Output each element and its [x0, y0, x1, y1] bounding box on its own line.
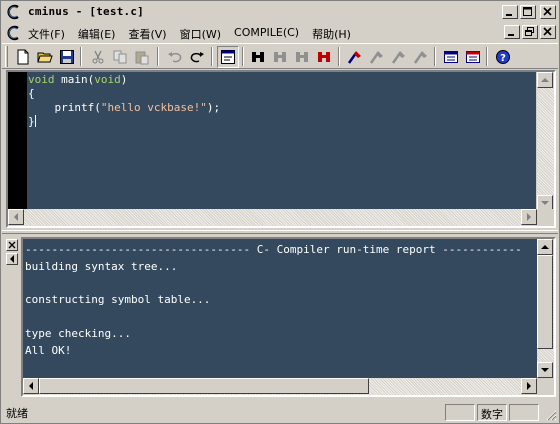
status-bar: 就绪 数字 — [2, 401, 558, 422]
scroll-right-button[interactable] — [521, 378, 537, 394]
menu-window[interactable]: 窗口(W) — [180, 25, 221, 43]
app-logo-icon — [7, 4, 19, 20]
scroll-thumb[interactable] — [39, 378, 369, 394]
code-line: printf("hello vckbase!"); — [54, 101, 221, 114]
open-folder-icon[interactable] — [34, 46, 56, 68]
output-line: building syntax tree... — [25, 259, 178, 273]
toolbar: ? — [2, 43, 558, 69]
build-all-icon[interactable] — [388, 46, 410, 68]
resize-grip-icon[interactable] — [545, 409, 557, 421]
svg-text:?: ? — [500, 53, 506, 64]
scroll-corner — [537, 209, 554, 226]
doc-minimize-button[interactable] — [504, 25, 520, 39]
output-vscrollbar[interactable] — [537, 239, 554, 378]
title-bar[interactable]: cminus - [test.c] — [2, 2, 558, 22]
doc-close-button[interactable] — [540, 25, 556, 39]
run-icon[interactable] — [440, 46, 462, 68]
menu-bar: 文件(F) 编辑(E) 查看(V) 窗口(W) COMPILE(C) 帮助(H) — [2, 23, 558, 42]
scroll-left-button[interactable] — [8, 209, 24, 225]
code-line: void main(void) — [28, 73, 128, 86]
compile-icon[interactable] — [344, 46, 366, 68]
undo-icon[interactable] — [164, 46, 186, 68]
scroll-track[interactable] — [24, 209, 521, 226]
dock-close-button[interactable] — [6, 239, 18, 251]
window-title: cminus - [test.c] — [28, 5, 144, 18]
output-line: constructing symbol table... — [25, 293, 211, 307]
copy-icon[interactable] — [109, 46, 131, 68]
maximize-button[interactable] — [520, 5, 536, 19]
properties-icon[interactable] — [217, 46, 239, 68]
output-dock-handle — [4, 237, 20, 397]
editor-hscrollbar[interactable] — [8, 209, 537, 226]
output-line: ---------------------------------- C- Co… — [25, 243, 522, 256]
build-icon[interactable] — [366, 46, 388, 68]
close-button[interactable] — [540, 5, 556, 19]
output-hscrollbar[interactable] — [23, 378, 537, 395]
new-file-icon[interactable] — [12, 46, 34, 68]
scroll-corner — [537, 378, 554, 395]
pane-splitter[interactable] — [2, 230, 558, 234]
menu-view[interactable]: 查看(V) — [128, 25, 166, 43]
toolbar-grip[interactable] — [5, 46, 8, 67]
output-line: type checking... — [25, 326, 131, 340]
editor-vscrollbar[interactable] — [537, 72, 554, 211]
help-icon[interactable]: ? — [492, 46, 514, 68]
scroll-left-button[interactable] — [23, 378, 39, 394]
menu-help[interactable]: 帮助(H) — [312, 25, 351, 43]
doc-restore-button[interactable] — [522, 25, 538, 39]
code-editor[interactable]: void main(void){ printf("hello vckbase!"… — [6, 70, 556, 228]
dock-collapse-button[interactable] — [6, 253, 18, 265]
scroll-up-button[interactable] — [537, 72, 553, 88]
menu-edit[interactable]: 编辑(E) — [78, 25, 116, 43]
scroll-down-button[interactable] — [537, 362, 553, 378]
status-panel-scroll — [509, 404, 539, 421]
status-text: 就绪 — [6, 407, 28, 420]
cut-icon[interactable] — [87, 46, 109, 68]
scroll-thumb[interactable] — [537, 255, 553, 349]
code-line: } — [28, 115, 36, 128]
status-panel-caps — [445, 404, 475, 421]
scroll-up-button[interactable] — [537, 239, 553, 255]
redo-icon[interactable] — [186, 46, 208, 68]
menu-file[interactable]: 文件(F) — [28, 25, 65, 43]
output-panel[interactable]: ---------------------------------- C- Co… — [21, 237, 556, 397]
text-cursor — [34, 115, 36, 127]
status-panel-num: 数字 — [477, 404, 507, 421]
stop-build-icon[interactable] — [410, 46, 432, 68]
app-window: cminus - [test.c] 文件(F) 编辑(E) 查看(V) 窗口(W… — [0, 0, 560, 424]
minimize-button[interactable] — [502, 5, 518, 19]
document-icon[interactable] — [6, 25, 22, 41]
save-icon[interactable] — [56, 46, 78, 68]
editor-gutter — [8, 72, 27, 211]
find-prev-icon[interactable] — [291, 46, 313, 68]
output-line: All OK! — [25, 343, 72, 357]
debug-icon[interactable] — [462, 46, 484, 68]
replace-icon[interactable] — [313, 46, 335, 68]
code-line: { — [28, 87, 35, 100]
code-text[interactable]: void main(void){ printf("hello vckbase!"… — [28, 73, 220, 129]
find-next-icon[interactable] — [269, 46, 291, 68]
find-binoculars-icon[interactable] — [247, 46, 269, 68]
output-text: ---------------------------------- C- Co… — [25, 242, 522, 360]
scroll-right-button[interactable] — [521, 209, 537, 225]
paste-icon[interactable] — [131, 46, 153, 68]
scroll-track[interactable] — [537, 88, 554, 195]
menu-compile[interactable]: COMPILE(C) — [234, 25, 299, 43]
